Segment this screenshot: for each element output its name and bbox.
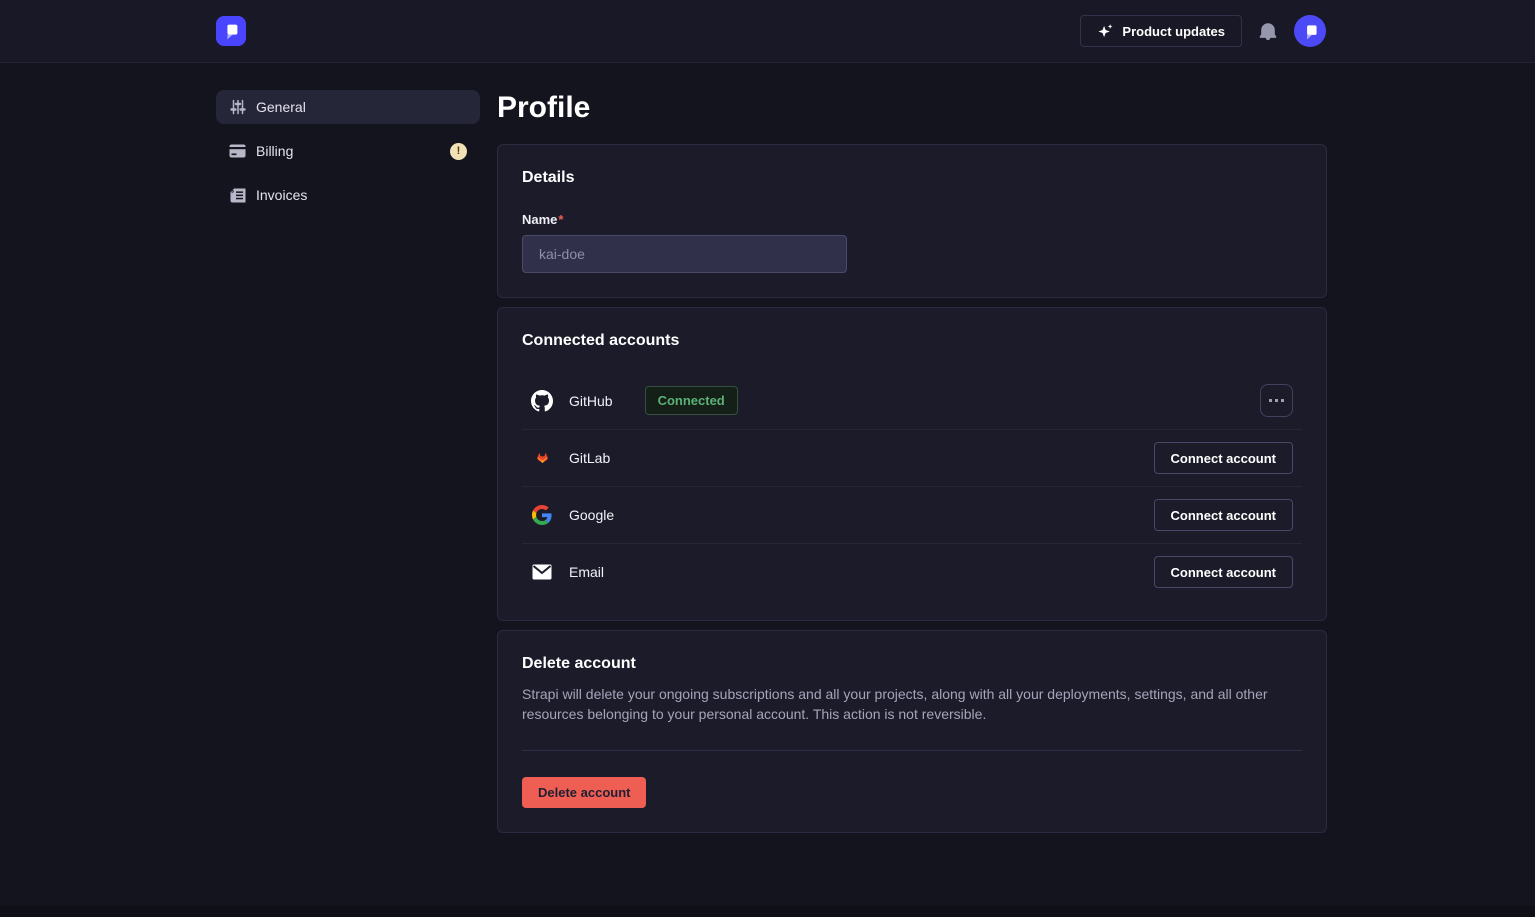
required-asterisk: * (558, 212, 563, 227)
connect-email-button[interactable]: Connect account (1154, 556, 1293, 588)
connected-accounts-heading: Connected accounts (522, 332, 1302, 350)
divider (522, 750, 1302, 751)
gitlab-icon (531, 447, 553, 469)
account-row-gitlab: GitLab Connect account (522, 429, 1302, 486)
sidebar-item-label: Invoices (256, 187, 307, 203)
github-options-button[interactable] (1260, 384, 1293, 417)
topbar-actions: Product updates (1080, 15, 1326, 47)
sidebar-item-general[interactable]: General (216, 90, 480, 124)
delete-account-heading: Delete account (522, 655, 1302, 673)
user-avatar[interactable] (1294, 15, 1326, 47)
connected-status-badge: Connected (645, 386, 738, 415)
account-row-email: Email Connect account (522, 543, 1302, 600)
invoice-icon: $ (229, 187, 246, 204)
notifications-bell-button[interactable] (1258, 21, 1278, 41)
delete-account-button[interactable]: Delete account (522, 777, 646, 808)
credit-card-icon (229, 143, 246, 160)
google-icon (531, 504, 553, 526)
product-updates-button[interactable]: Product updates (1080, 15, 1242, 47)
provider-name: Email (569, 564, 604, 580)
connect-google-button[interactable]: Connect account (1154, 499, 1293, 531)
profile-content: Profile Details Name* Connected accounts (497, 90, 1327, 842)
page-title: Profile (497, 90, 1327, 126)
bell-icon (1259, 22, 1277, 41)
sidebar-item-label: Billing (256, 143, 293, 159)
sidebar-item-label: General (256, 99, 306, 115)
connected-accounts-list: GitHub Connected (522, 372, 1302, 600)
github-icon (531, 390, 553, 412)
provider-name: Google (569, 507, 614, 523)
delete-account-card: Delete account Strapi will delete your o… (497, 630, 1327, 833)
email-icon (531, 561, 553, 583)
bottom-strip (0, 906, 1535, 917)
name-input[interactable] (522, 235, 847, 273)
delete-account-description: Strapi will delete your ongoing subscrip… (522, 684, 1302, 724)
details-heading: Details (522, 169, 1302, 187)
svg-text:$: $ (230, 188, 233, 194)
name-label: Name* (522, 212, 563, 227)
connected-accounts-card: Connected accounts GitHub Connected (497, 307, 1327, 621)
ellipsis-icon (1269, 399, 1272, 402)
sidebar-item-billing[interactable]: Billing ! (216, 134, 480, 168)
strapi-mark-icon (221, 21, 241, 41)
provider-name: GitLab (569, 450, 610, 466)
avatar-strapi-mark-icon (1301, 22, 1320, 41)
topbar: Product updates (0, 0, 1535, 63)
account-row-google: Google Connect account (522, 486, 1302, 543)
settings-sidebar: General Billing ! $ (216, 90, 480, 842)
provider-name: GitHub (569, 393, 613, 409)
strapi-logo[interactable] (216, 16, 246, 46)
sidebar-item-invoices[interactable]: $ Invoices (216, 178, 480, 212)
connect-gitlab-button[interactable]: Connect account (1154, 442, 1293, 474)
sliders-icon (229, 99, 246, 116)
sparkle-icon (1097, 23, 1114, 40)
name-field: Name* (522, 211, 1302, 273)
product-updates-label: Product updates (1122, 24, 1225, 39)
details-card: Details Name* (497, 144, 1327, 298)
account-row-github: GitHub Connected (522, 372, 1302, 429)
billing-warning-badge: ! (450, 143, 467, 160)
